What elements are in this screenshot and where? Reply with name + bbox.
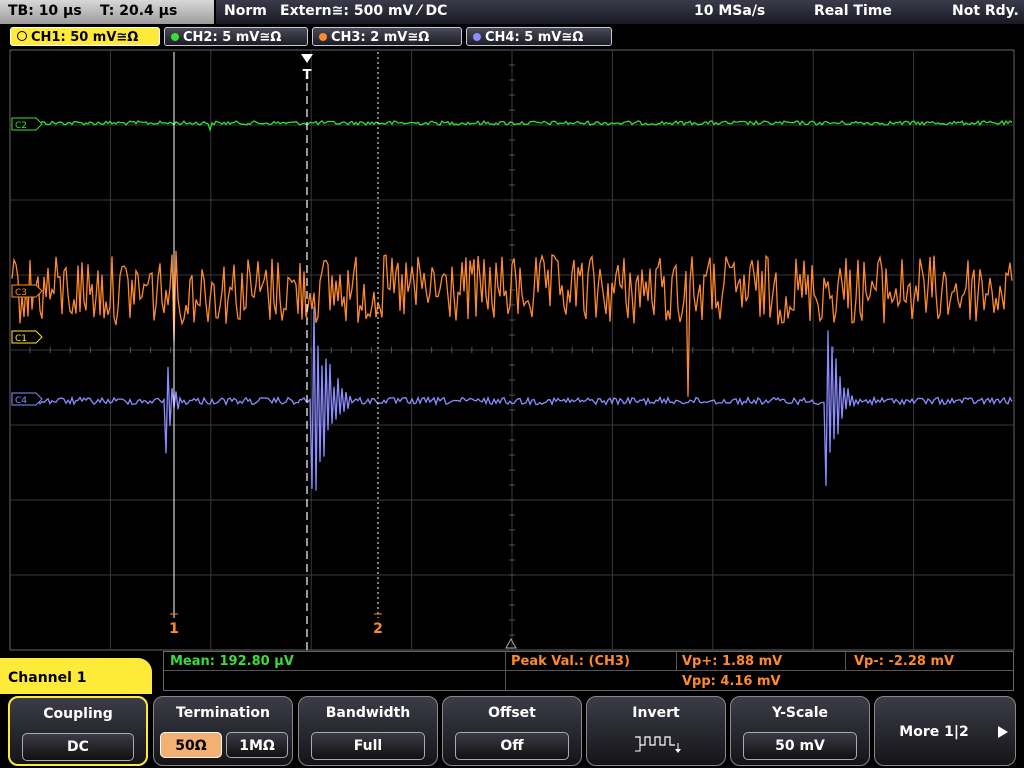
termination-50ohm-button[interactable]: 50Ω — [160, 732, 222, 758]
offset-label: Offset — [488, 705, 536, 721]
ch2-level-marker[interactable]: C2 — [11, 117, 43, 131]
invert-key[interactable]: Invert — [586, 696, 726, 766]
ch3-level-marker[interactable]: C3 — [11, 284, 43, 298]
offset-key[interactable]: Offset Off — [442, 696, 582, 766]
yscale-value[interactable]: 50 mV — [743, 732, 857, 760]
offset-value[interactable]: Off — [455, 732, 569, 760]
trigger-label: T — [303, 68, 312, 83]
yscale-key[interactable]: Y-Scale 50 mV — [730, 696, 870, 766]
ch4-level-marker[interactable]: C4 — [11, 392, 43, 406]
svg-text:C2: C2 — [15, 121, 27, 131]
measurement-panel: Mean: 192.80 µV Peak Val.: (CH3) Vp+: 1.… — [163, 651, 1014, 691]
coupling-label: Coupling — [43, 706, 113, 722]
menu-title: Channel 1 — [0, 658, 152, 698]
svg-text:C3: C3 — [15, 288, 27, 298]
termination-1mohm-button[interactable]: 1MΩ — [226, 732, 288, 758]
waveform-display[interactable]: T 1 2 C2 C3 C1 C4 — [0, 0, 1024, 660]
termination-label: Termination — [176, 705, 270, 721]
yscale-label: Y-Scale — [771, 705, 828, 721]
bandwidth-label: Bandwidth — [325, 705, 411, 721]
termination-key[interactable]: Termination 50Ω 1MΩ — [153, 696, 293, 766]
vpp-measurement: Vpp: 4.16 mV — [682, 674, 781, 689]
bandwidth-value[interactable]: Full — [311, 732, 425, 760]
ch1-level-marker[interactable]: C1 — [11, 330, 43, 344]
vp-minus-measurement: Vp-: -2.28 mV — [854, 654, 955, 669]
mean-measurement: Mean: 192.80 µV — [170, 654, 294, 669]
invert-waveform-icon — [635, 736, 681, 753]
coupling-key[interactable]: Coupling DC — [8, 696, 148, 766]
more-label: More 1|2 — [899, 724, 969, 740]
coupling-value[interactable]: DC — [22, 733, 134, 761]
more-key[interactable]: More 1|2 — [874, 696, 1016, 766]
vp-plus-measurement: Vp+: 1.88 mV — [682, 654, 783, 669]
softkey-bar: Coupling DC Termination 50Ω 1MΩ Bandwidt… — [0, 694, 1024, 768]
cursor-1-label: 1 — [169, 621, 179, 637]
cursor-2-label: 2 — [373, 621, 383, 637]
peak-measurement-title: Peak Val.: (CH3) — [511, 654, 630, 669]
bandwidth-key[interactable]: Bandwidth Full — [298, 696, 438, 766]
svg-text:C4: C4 — [15, 396, 27, 406]
invert-label: Invert — [632, 705, 680, 721]
chevron-right-icon — [998, 726, 1008, 738]
svg-text:C1: C1 — [15, 334, 27, 344]
